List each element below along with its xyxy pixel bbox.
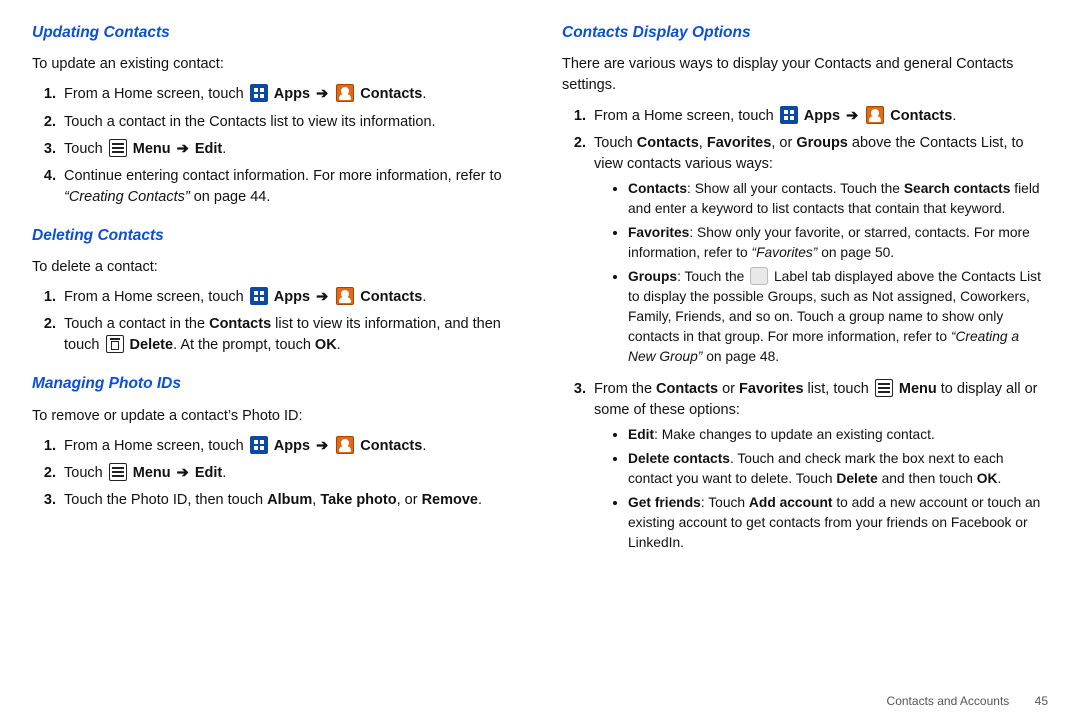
bullet: Get friends: Touch Add account to add a … [628, 491, 1048, 555]
label-icon [750, 267, 768, 285]
lead-updating: To update an existing contact: [32, 54, 518, 75]
contacts-icon [336, 287, 354, 305]
step: From a Home screen, touch Apps ➔ Contact… [590, 103, 1048, 130]
footer-page-number: 45 [1035, 693, 1048, 710]
menu-icon [875, 379, 893, 397]
apps-icon [780, 106, 798, 124]
steps-deleting: From a Home screen, touch Apps ➔ Contact… [32, 284, 518, 359]
arrow-icon: ➔ [314, 86, 330, 102]
step: Continue entering contact information. F… [60, 163, 518, 211]
menu-icon [109, 139, 127, 157]
step: Touch Menu ➔ Edit. [60, 460, 518, 487]
arrow-icon: ➔ [175, 141, 191, 157]
step: Touch Contacts, Favorites, or Groups abo… [590, 130, 1048, 376]
step: From the Contacts or Favorites list, tou… [590, 376, 1048, 562]
steps-photoids: From a Home screen, touch Apps ➔ Contact… [32, 433, 518, 514]
lead-deleting: To delete a contact: [32, 257, 518, 278]
steps-updating: From a Home screen, touch Apps ➔ Contact… [32, 81, 518, 210]
footer-section: Contacts and Accounts [887, 694, 1010, 708]
options-bullets: Edit: Make changes to update an existing… [594, 423, 1048, 555]
apps-icon [250, 84, 268, 102]
bullet: Favorites: Show only your favorite, or s… [628, 221, 1048, 265]
bullet: Delete contacts. Touch and check mark th… [628, 447, 1048, 491]
delete-icon [106, 335, 124, 353]
step: From a Home screen, touch Apps ➔ Contact… [60, 433, 518, 460]
heading-deleting-contacts: Deleting Contacts [32, 225, 518, 247]
contacts-icon [336, 436, 354, 454]
apps-icon [250, 436, 268, 454]
step: Touch a contact in the Contacts list to … [60, 311, 518, 359]
arrow-icon: ➔ [314, 289, 330, 305]
arrow-icon: ➔ [175, 465, 191, 481]
steps-display: From a Home screen, touch Apps ➔ Contact… [562, 103, 1048, 562]
apps-icon [250, 287, 268, 305]
contacts-icon [866, 106, 884, 124]
heading-display-options: Contacts Display Options [562, 22, 1048, 44]
view-bullets: Contacts: Show all your contacts. Touch … [594, 177, 1048, 369]
right-column: Contacts Display Options There are vario… [562, 18, 1048, 708]
bullet: Contacts: Show all your contacts. Touch … [628, 177, 1048, 221]
heading-updating-contacts: Updating Contacts [32, 22, 518, 44]
left-column: Updating Contacts To update an existing … [32, 18, 518, 708]
heading-photo-ids: Managing Photo IDs [32, 373, 518, 395]
menu-icon [109, 463, 127, 481]
arrow-icon: ➔ [314, 438, 330, 454]
step: From a Home screen, touch Apps ➔ Contact… [60, 81, 518, 108]
manual-page: Updating Contacts To update an existing … [0, 0, 1080, 720]
arrow-icon: ➔ [844, 108, 860, 124]
step: Touch Menu ➔ Edit. [60, 136, 518, 163]
contacts-icon [336, 84, 354, 102]
lead-photoids: To remove or update a contact’s Photo ID… [32, 406, 518, 427]
page-footer: Contacts and Accounts 45 [887, 693, 1048, 710]
step: Touch the Photo ID, then touch Album, Ta… [60, 487, 518, 514]
step: From a Home screen, touch Apps ➔ Contact… [60, 284, 518, 311]
bullet: Edit: Make changes to update an existing… [628, 423, 1048, 447]
bullet: Groups: Touch the Label tab displayed ab… [628, 265, 1048, 369]
lead-display: There are various ways to display your C… [562, 54, 1048, 96]
step: Touch a contact in the Contacts list to … [60, 109, 518, 136]
